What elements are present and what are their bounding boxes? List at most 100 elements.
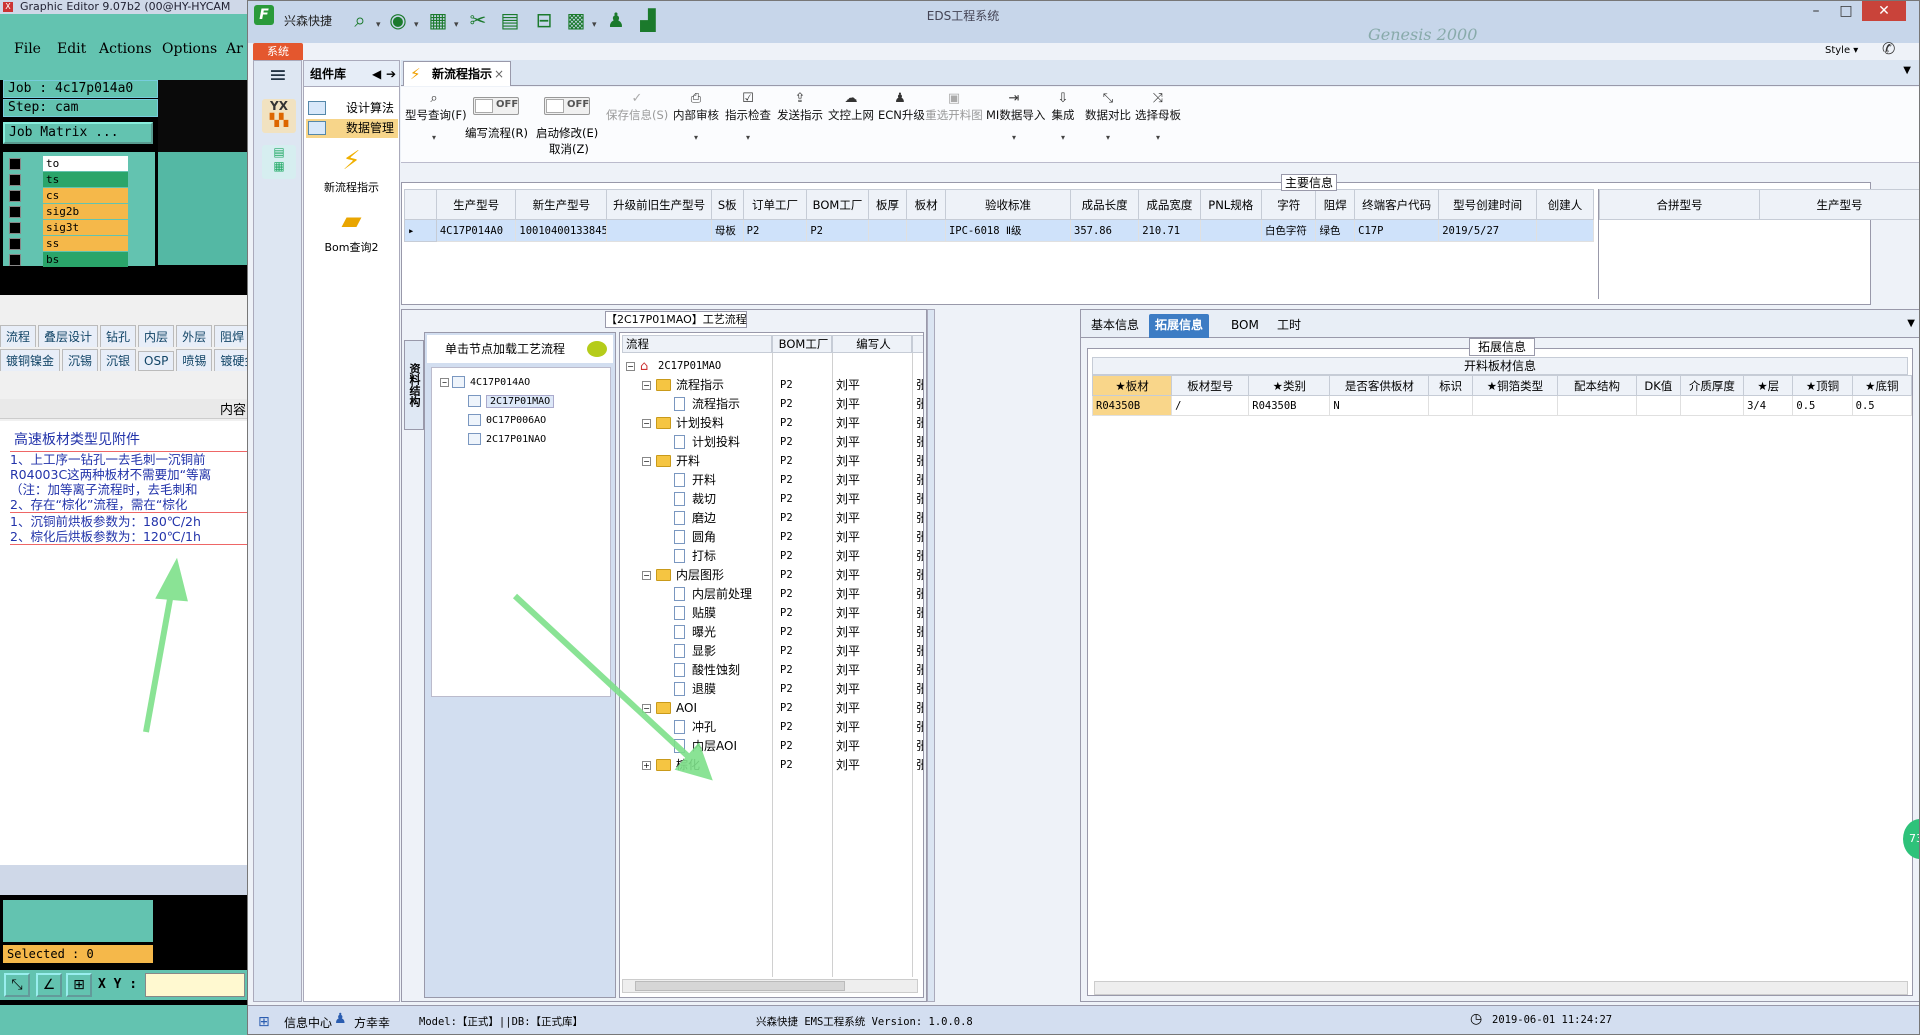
table-cell[interactable] — [1557, 395, 1638, 416]
column-header[interactable]: 升级前旧生产型号 — [606, 189, 712, 220]
column-header[interactable]: 创建人 — [1535, 189, 1595, 220]
bg-tab[interactable]: 镀硬金 — [214, 349, 250, 371]
table-cell[interactable]: 2019/5/27 — [1438, 219, 1537, 242]
table-cell[interactable]: IPC-6018 Ⅱ级 — [944, 219, 1072, 242]
toggle-switch[interactable]: OFF — [544, 97, 590, 115]
column-header[interactable]: 生产型号 — [1759, 189, 1919, 220]
column-header[interactable]: 核审人 — [912, 335, 923, 353]
process-row[interactable]: 内层前处理P2刘平张自强已审核 — [620, 585, 923, 604]
column-header[interactable]: 标识 — [1428, 375, 1473, 396]
process-row[interactable]: −AOIP2刘平张自强已审核 — [620, 699, 923, 718]
table-cell[interactable] — [867, 219, 908, 242]
process-row[interactable]: 冲孔P2刘平张自强已审核 — [620, 718, 923, 737]
close-icon[interactable]: X — [3, 2, 13, 12]
toggle-switch[interactable]: OFF — [473, 97, 519, 115]
maximize-icon[interactable]: □ — [1832, 1, 1860, 21]
table-cell[interactable]: P2 — [806, 219, 869, 242]
process-row[interactable]: 打标P2刘平张自强已审核 — [620, 547, 923, 566]
component-item-data-management[interactable]: 数据管理 — [306, 119, 398, 138]
process-row[interactable]: 贴膜P2刘平张自强已审核 — [620, 604, 923, 623]
chevron-down-icon[interactable]: ▾ — [723, 133, 773, 142]
node-checkbox[interactable] — [468, 395, 481, 407]
column-header[interactable]: S板 — [710, 189, 744, 220]
measure-icon[interactable]: ∠ — [36, 973, 62, 997]
column-header[interactable]: 生产型号 — [435, 189, 517, 220]
menu-file[interactable]: File — [14, 41, 41, 57]
system-tab[interactable]: 系统 — [253, 43, 303, 60]
table-cell[interactable]: 白色字符 — [1260, 219, 1317, 242]
tab-2[interactable]: BOM — [1225, 314, 1265, 338]
ribbon-button-image[interactable]: ▣ 重选开料图 — [925, 91, 983, 157]
column-header[interactable]: ★铜箔类型 — [1471, 375, 1559, 396]
layer-name[interactable]: ts — [43, 172, 128, 187]
ribbon-button-upload[interactable]: ⇪ 发送指示 — [775, 91, 825, 157]
graphic-area[interactable] — [158, 80, 250, 265]
layer-row[interactable]: ts — [7, 172, 151, 187]
layer-name[interactable]: bs — [43, 252, 128, 267]
collapse-left-icon[interactable]: ◀ — [372, 61, 381, 87]
collapse-icon[interactable]: − — [440, 377, 449, 387]
table-cell[interactable]: R04350B — [1248, 395, 1331, 416]
column-header[interactable]: 合拼型号 — [1599, 189, 1760, 220]
layer-name[interactable]: to — [43, 156, 128, 171]
collapse-icon[interactable]: − — [642, 704, 651, 713]
table-cell[interactable] — [1471, 395, 1559, 416]
chevron-down-icon[interactable]: ▾ — [1046, 133, 1080, 142]
tree-node[interactable]: −4C17P014AO — [440, 374, 530, 392]
xy-input[interactable] — [145, 973, 245, 997]
chevron-down-icon[interactable]: ▾ — [671, 133, 721, 142]
column-header[interactable]: ★类别 — [1248, 375, 1331, 396]
collapse-icon[interactable]: − — [642, 457, 651, 466]
info-center[interactable]: 信息中心 — [284, 1014, 332, 1031]
process-row[interactable]: 退膜P2刘平张自强已审核 — [620, 680, 923, 699]
table-cell[interactable]: C17P — [1354, 219, 1440, 242]
tab-dropdown-icon[interactable]: ▼ — [1903, 65, 1911, 76]
ribbon-button-compare[interactable]: ⤡ 数据对比 ▾ — [1084, 91, 1132, 157]
ribbon-button-import[interactable]: ⇥ MI数据导入 ▾ — [986, 91, 1045, 157]
menu-options[interactable]: Options — [162, 41, 217, 57]
menu-actions[interactable]: Actions — [99, 41, 152, 57]
table-cell[interactable]: N — [1329, 395, 1430, 416]
layer-checkbox[interactable] — [9, 238, 21, 250]
tab-0[interactable]: 基本信息 — [1085, 314, 1145, 338]
column-header[interactable]: ★板材 — [1091, 375, 1173, 396]
table-row[interactable]: R04350B / R04350B N 3/4 0.5 0.5 — [1091, 395, 1913, 416]
column-header[interactable]: ★层 — [1743, 375, 1794, 396]
zoom-icon[interactable]: ⤡ — [4, 973, 30, 997]
tree-node[interactable]: 2C17P01MAO — [468, 393, 555, 411]
tree-node[interactable]: 2C17P01NAO — [468, 431, 546, 449]
ribbon-button-download[interactable]: ⇩ 集成 ▾ — [1046, 91, 1080, 157]
ribbon-button-checkbox[interactable]: ☑ 指示检查 ▾ — [723, 91, 773, 157]
menu-ar[interactable]: Ar — [226, 41, 243, 57]
table-cell[interactable] — [1535, 219, 1595, 242]
table-cell[interactable]: 210.71 — [1138, 219, 1201, 242]
layer-row[interactable]: to — [7, 156, 151, 171]
new-process-instruction-button[interactable]: ⚡ 新流程指示 — [304, 147, 399, 195]
bg-tab[interactable]: 外层 — [176, 325, 213, 347]
table-cell[interactable] — [606, 219, 712, 242]
layer-checkbox[interactable] — [9, 190, 21, 202]
tab-new-process-instruction[interactable]: ⚡ 新流程指示 × — [403, 61, 511, 86]
process-row[interactable]: 显影P2刘平张自强已审核 — [620, 642, 923, 661]
table-cell[interactable]: / — [1171, 395, 1250, 416]
chevron-down-icon[interactable]: ▾ — [986, 133, 1042, 142]
minimize-icon[interactable]: – — [1802, 1, 1830, 21]
column-header[interactable]: ★顶铜 — [1792, 375, 1853, 396]
process-root-row[interactable]: − ⌂ 2C17P01MAO — [620, 357, 920, 376]
column-header[interactable]: 板材 — [906, 189, 946, 220]
table-cell[interactable]: 10010400133845 — [515, 219, 608, 242]
layer-row[interactable]: ss — [7, 236, 151, 251]
column-header[interactable]: PNL规格 — [1199, 189, 1262, 220]
bg-tab[interactable]: 内层 — [138, 325, 175, 347]
data-structure-vertical-tab[interactable]: 资料结构 — [404, 340, 424, 430]
column-header[interactable]: 成品长度 — [1069, 189, 1140, 220]
job-matrix-button[interactable]: Job Matrix ... — [3, 122, 153, 144]
table-cell[interactable] — [1428, 395, 1473, 416]
collapse-icon[interactable]: − — [642, 571, 651, 580]
column-header[interactable]: ★底铜 — [1851, 375, 1913, 396]
menu-icon[interactable]: ≡ — [266, 65, 290, 87]
bg-tab[interactable]: 钻孔 — [100, 325, 137, 347]
ribbon-button-cloud[interactable]: ☁ 文控上网 — [827, 91, 875, 157]
layer-checkbox[interactable] — [9, 254, 21, 266]
column-header[interactable]: 型号创建时间 — [1438, 189, 1537, 220]
